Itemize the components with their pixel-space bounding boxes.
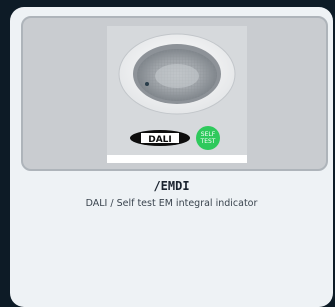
photo-base-strip <box>107 155 247 163</box>
product-description: DALI / Self test EM integral indicator <box>85 198 258 209</box>
self-test-line1: SELF <box>201 131 216 138</box>
dali-logo-text: DALI <box>148 135 172 145</box>
product-image-frame[interactable]: DALI SELF TEST <box>21 16 328 171</box>
product-title[interactable]: /EMDI <box>10 179 333 193</box>
dali-logo-icon: DALI <box>130 130 190 146</box>
self-test-badge-icon: SELF TEST <box>196 126 220 150</box>
self-test-line2: TEST <box>200 138 216 145</box>
product-card[interactable]: DALI SELF TEST /EMDI DALI / Self test EM… <box>10 7 333 307</box>
product-photo: DALI SELF TEST <box>107 26 247 163</box>
